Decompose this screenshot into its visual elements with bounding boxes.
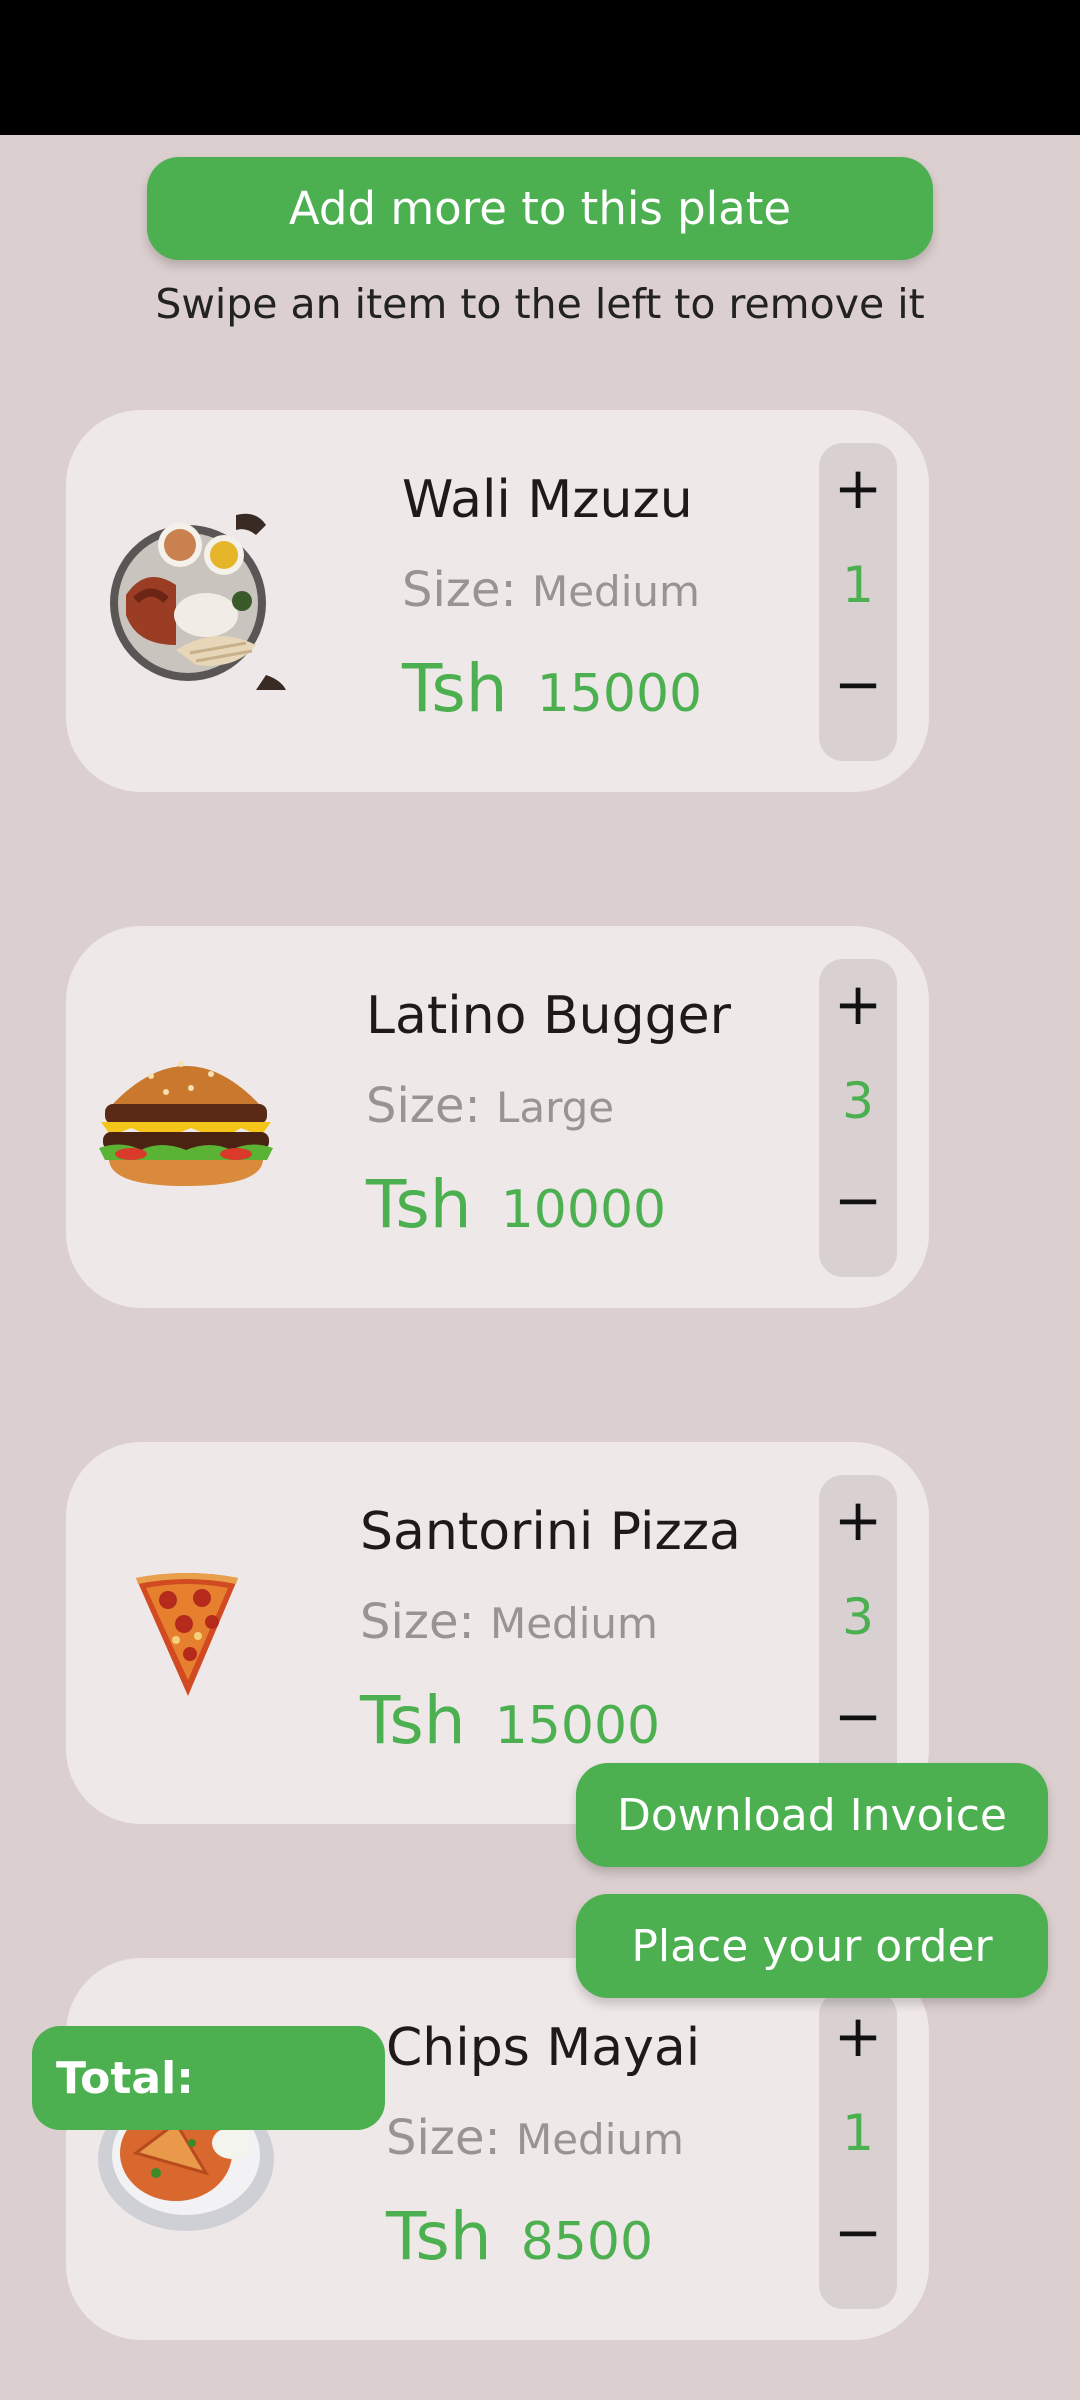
size-value: Medium (531, 567, 700, 616)
item-size-row: Size: Medium (402, 562, 700, 618)
quantity-stepper: + 1 − (819, 1991, 897, 2309)
price-value: 10000 (500, 1180, 667, 1240)
size-label: Size: (360, 1594, 475, 1650)
swipe-hint: Swipe an item to the left to remove it (155, 280, 925, 328)
pizza-slice-icon (136, 1573, 238, 1696)
currency-label: Tsh (366, 1166, 472, 1243)
currency-label: Tsh (402, 650, 508, 727)
size-value: Large (495, 1083, 615, 1132)
item-name: Santorini Pizza (360, 1502, 741, 1562)
quantity-stepper: + 1 − (819, 443, 897, 761)
item-price-row: Tsh 15000 (360, 1682, 660, 1759)
quantity-value: 1 (842, 2104, 874, 2162)
quantity-value: 1 (842, 556, 874, 614)
increment-button[interactable]: + (819, 2001, 897, 2071)
size-label: Size: (402, 562, 517, 618)
quantity-value: 3 (842, 1588, 874, 1646)
decrement-button[interactable]: − (819, 1165, 897, 1235)
item-price-row: Tsh 15000 (402, 650, 702, 727)
item-name: Wali Mzuzu (402, 470, 693, 530)
quantity-stepper: + 3 − (819, 1475, 897, 1793)
increment-button[interactable]: + (819, 453, 897, 523)
decrement-button[interactable]: − (819, 2197, 897, 2267)
rice-plate-icon (110, 513, 286, 690)
status-bar (0, 0, 1080, 135)
decrement-button[interactable]: − (819, 1681, 897, 1751)
increment-button[interactable]: + (819, 1485, 897, 1555)
size-label: Size: (366, 1078, 481, 1134)
item-price-row: Tsh 10000 (366, 1166, 666, 1243)
size-value: Medium (489, 1599, 658, 1648)
cart-item-card[interactable]: Latino Bugger Size: Large Tsh 10000 + 3 … (66, 926, 929, 1308)
quantity-stepper: + 3 − (819, 959, 897, 1277)
total-display: Total: (32, 2026, 385, 2130)
total-label: Total: (56, 2052, 194, 2104)
item-name: Latino Bugger (366, 986, 731, 1046)
item-name: Chips Mayai (386, 2018, 701, 2078)
currency-label: Tsh (386, 2198, 492, 2275)
download-invoice-button[interactable]: Download Invoice (576, 1763, 1048, 1867)
item-size-row: Size: Medium (360, 1594, 658, 1650)
price-value: 15000 (536, 664, 703, 724)
size-label: Size: (386, 2110, 501, 2166)
burger-icon (99, 1061, 273, 1186)
item-size-row: Size: Medium (386, 2110, 684, 2166)
item-size-row: Size: Large (366, 1078, 614, 1134)
quantity-value: 3 (842, 1072, 874, 1130)
price-value: 8500 (520, 2212, 654, 2272)
increment-button[interactable]: + (819, 969, 897, 1039)
place-order-button[interactable]: Place your order (576, 1894, 1048, 1998)
decrement-button[interactable]: − (819, 649, 897, 719)
item-price-row: Tsh 8500 (386, 2198, 653, 2275)
cart-item-card[interactable]: Wali Mzuzu Size: Medium Tsh 15000 + 1 − (66, 410, 929, 792)
currency-label: Tsh (360, 1682, 466, 1759)
add-more-button[interactable]: Add more to this plate (147, 157, 933, 260)
cart-item-card[interactable]: Chips Mayai Size: Medium Tsh 8500 + 1 − (66, 1958, 929, 2340)
price-value: 15000 (494, 1696, 661, 1756)
size-value: Medium (515, 2115, 684, 2164)
